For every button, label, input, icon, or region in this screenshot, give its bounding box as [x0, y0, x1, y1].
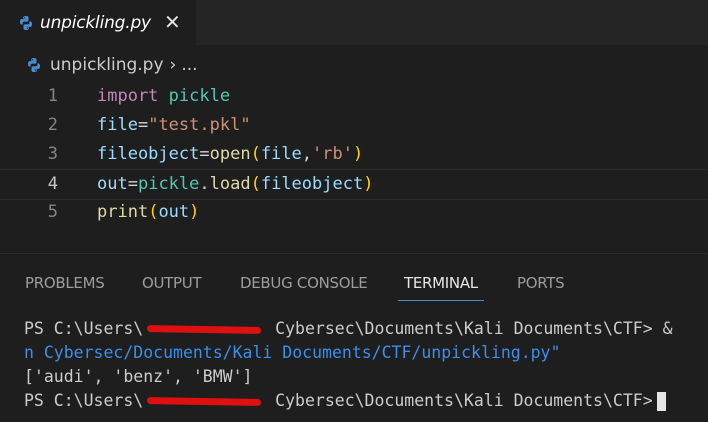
code-token: open: [209, 144, 251, 164]
code-token: out: [158, 202, 190, 222]
code-token: load: [209, 174, 251, 194]
editor-tab-bar: unpickling.py ✕: [0, 0, 708, 45]
code-token: =: [199, 144, 210, 164]
close-icon[interactable]: ✕: [164, 10, 181, 34]
code-token: pickle: [168, 86, 231, 106]
bottom-panel: PROBLEMS OUTPUT DEBUG CONSOLE TERMINAL P…: [0, 253, 708, 422]
code-token: (: [250, 174, 261, 194]
code-text: import pickle: [97, 82, 230, 111]
code-token: out: [97, 174, 128, 194]
terminal-cursor: [656, 392, 666, 411]
terminal-line: n Cybersec/Documents/Kali Documents/CTF/…: [24, 343, 561, 362]
code-text: fileobject=open(file,'rb'): [97, 140, 363, 169]
code-token: file: [97, 115, 138, 135]
line-number: 2: [47, 115, 58, 135]
code-token: (: [148, 202, 159, 222]
python-file-icon: [28, 58, 40, 72]
code-token: .: [199, 174, 210, 194]
chevron-right-icon: ›: [169, 55, 177, 75]
panel-tab-bar: PROBLEMS OUTPUT DEBUG CONSOLE TERMINAL P…: [0, 254, 708, 302]
tab-terminal[interactable]: TERMINAL: [404, 274, 478, 292]
code-text: file="test.pkl": [97, 111, 251, 140]
python-file-icon: [20, 15, 32, 30]
code-editor[interactable]: 1 import pickle 2 file="test.pkl" 3 fileobjec…: [0, 82, 708, 232]
code-token: ): [363, 174, 374, 194]
tab-filename: unpickling.py: [40, 12, 151, 33]
code-line[interactable]: 2 file="test.pkl": [0, 111, 708, 140]
line-number: 4: [47, 174, 58, 194]
terminal-line: PS C:\Users\ Cybersec\Documents\Kali Doc…: [24, 317, 708, 341]
code-token: file: [260, 144, 302, 164]
prompt-path: Cybersec\Documents\Kali Documents\CTF>: [265, 391, 653, 410]
redaction-mark: [147, 325, 262, 334]
code-token: fileobject: [97, 144, 200, 164]
tab-ports[interactable]: PORTS: [517, 274, 565, 292]
prompt-prefix: PS C:\Users\: [24, 391, 144, 410]
code-token: =: [137, 115, 149, 135]
code-text: out=pickle.load(fileobject): [97, 170, 373, 199]
code-line[interactable]: 3 fileobject=open(file,'rb'): [0, 140, 708, 169]
line-number: 3: [47, 144, 58, 164]
code-line[interactable]: 5 print(out): [0, 198, 708, 227]
code-token: "test.pkl": [148, 115, 251, 135]
prompt-path: Cybersec\Documents\Kali Documents\CTF> &: [265, 319, 673, 338]
redaction-mark: [147, 397, 262, 406]
tab-debug-console[interactable]: DEBUG CONSOLE: [240, 274, 368, 292]
line-number: 1: [47, 86, 58, 106]
breadcrumb: unpickling.py › ...: [0, 50, 708, 80]
code-text: print(out): [97, 198, 199, 227]
code-line[interactable]: 1 import pickle: [0, 82, 708, 111]
tab-output[interactable]: OUTPUT: [142, 274, 202, 292]
editor-tab-unpickling[interactable]: unpickling.py ✕: [0, 0, 196, 45]
terminal-line: PS C:\Users\ Cybersec\Documents\Kali Doc…: [24, 389, 708, 413]
code-token: (: [250, 144, 261, 164]
code-token: 'rb': [312, 144, 353, 164]
line-number: 5: [47, 202, 58, 222]
code-token: ): [352, 144, 364, 164]
code-token: =: [127, 174, 138, 194]
active-tab-indicator: [398, 300, 484, 301]
tab-problems[interactable]: PROBLEMS: [25, 274, 105, 292]
prompt-prefix: PS C:\Users\: [24, 319, 144, 338]
code-token: fileobject: [260, 174, 364, 194]
breadcrumb-more[interactable]: ...: [181, 55, 197, 75]
terminal-output[interactable]: PS C:\Users\ Cybersec\Documents\Kali Doc…: [24, 317, 708, 413]
code-line[interactable]: 4 out=pickle.load(fileobject): [0, 169, 708, 200]
code-token: import: [97, 86, 159, 106]
code-token: pickle: [137, 174, 200, 194]
code-token: ,: [301, 144, 313, 164]
code-token: print: [97, 202, 149, 222]
code-token: ): [189, 202, 200, 222]
terminal-line: ['audi', 'benz', 'BMW']: [24, 367, 253, 386]
breadcrumb-file[interactable]: unpickling.py: [50, 55, 164, 75]
